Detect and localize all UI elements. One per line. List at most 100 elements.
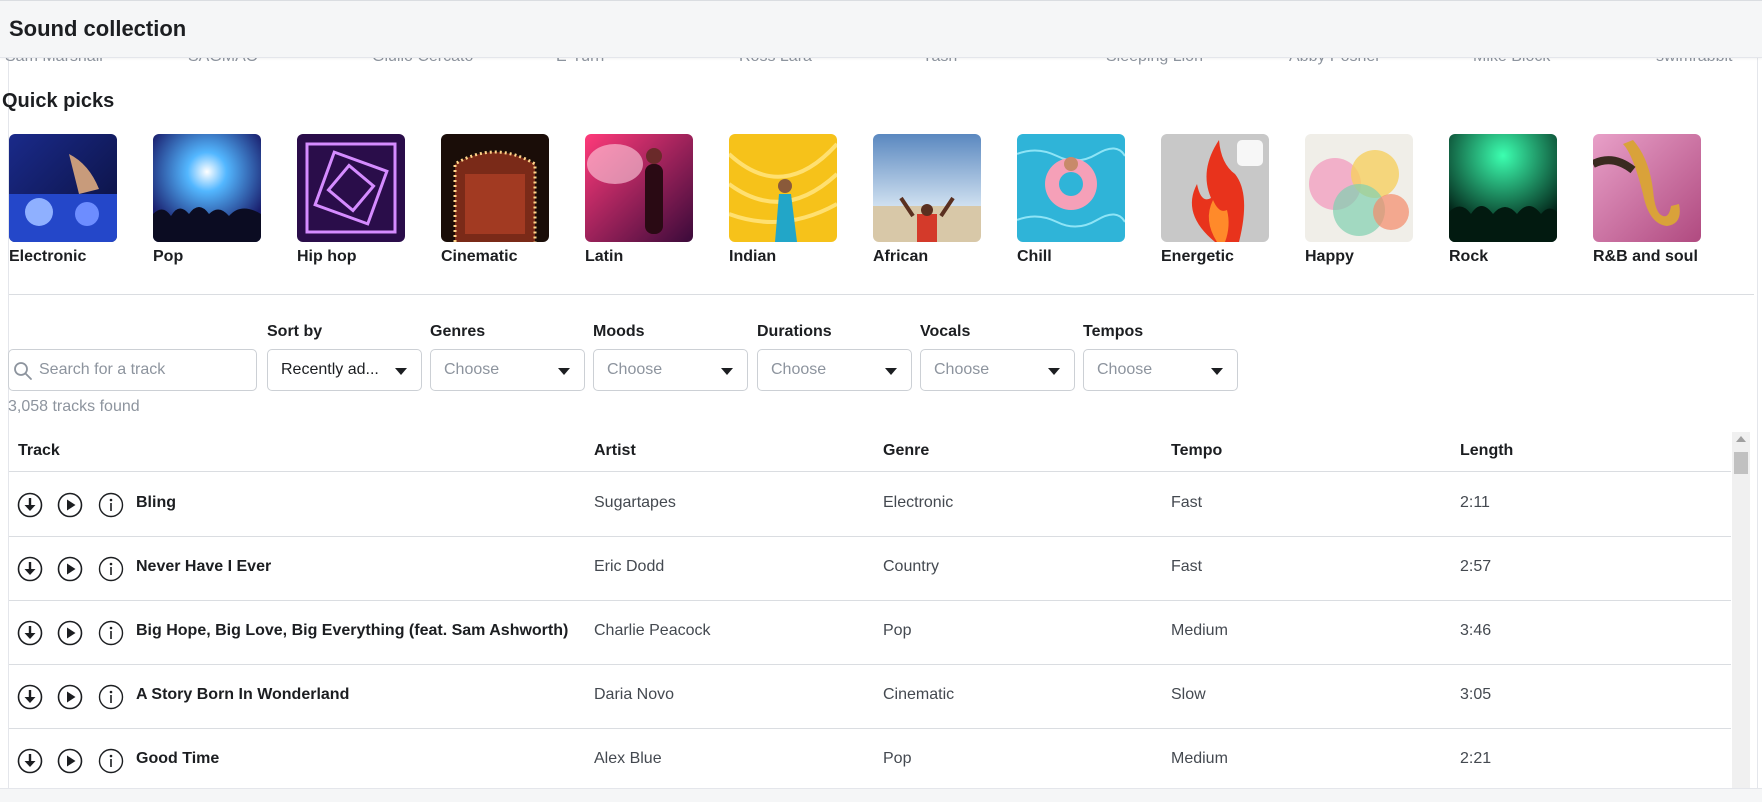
quick-pick-indian[interactable]: Indian (729, 134, 837, 265)
quick-pick-cinematic[interactable]: Cinematic (441, 134, 549, 265)
quick-pick-pop[interactable]: Pop (153, 134, 261, 265)
track-title[interactable]: Good Time (136, 750, 219, 768)
info-icon[interactable] (98, 492, 124, 518)
track-length: 2:11 (1460, 494, 1490, 511)
tempos-select[interactable]: Choose (1083, 349, 1238, 391)
info-icon[interactable] (98, 748, 124, 774)
track-artist: Sugartapes (594, 494, 676, 511)
quick-pick-label: Energetic (1161, 248, 1234, 265)
info-icon[interactable] (98, 620, 124, 646)
search-field[interactable] (8, 349, 257, 391)
track-artist: Eric Dodd (594, 558, 665, 575)
track-length: 3:46 (1460, 622, 1492, 639)
quick-pick-label: Latin (585, 248, 624, 265)
sort-by-value: Recently ad... (281, 361, 379, 378)
moods-label: Moods (593, 323, 645, 340)
caret-down-icon (1048, 368, 1060, 375)
results-count: 3,058 tracks found (8, 398, 140, 415)
caret-down-icon (558, 368, 570, 375)
play-icon[interactable] (57, 556, 83, 582)
download-icon[interactable] (17, 748, 43, 774)
play-icon[interactable] (57, 492, 83, 518)
table-row[interactable]: A Story Born In Wonderland Daria Novo Ci… (9, 665, 1731, 729)
moods-select[interactable]: Choose (593, 349, 748, 391)
quick-pick-label: African (873, 248, 929, 265)
page-title: Sound collection (9, 16, 187, 41)
column-header-track[interactable]: Track (18, 442, 60, 460)
quick-pick-label: Electronic (9, 248, 87, 265)
section-divider (9, 294, 1754, 295)
search-input[interactable] (39, 360, 249, 380)
download-icon[interactable] (17, 684, 43, 710)
genres-label: Genres (430, 323, 486, 340)
quick-pick-energetic[interactable]: Energetic (1153, 125, 1277, 275)
track-title[interactable]: A Story Born In Wonderland (136, 686, 349, 704)
caret-down-icon (721, 368, 733, 375)
track-tempo: Slow (1171, 686, 1206, 703)
bottom-edge (0, 788, 1762, 802)
track-tempo: Medium (1171, 622, 1228, 639)
quick-pick-label: R&B and soul (1593, 248, 1698, 265)
sort-by-select[interactable]: Recently ad... (267, 349, 422, 391)
play-icon[interactable] (57, 620, 83, 646)
column-header-genre[interactable]: Genre (883, 442, 929, 460)
quick-pick-latin[interactable]: Latin (585, 134, 693, 265)
pool-float-image (1017, 134, 1125, 242)
table-row[interactable]: Bling Sugartapes Electronic Fast 2:11 (9, 473, 1731, 537)
quick-pick-label: Pop (153, 248, 184, 265)
genres-select[interactable]: Choose (430, 349, 585, 391)
info-icon[interactable] (98, 684, 124, 710)
column-header-length[interactable]: Length (1460, 442, 1513, 460)
table-row[interactable]: Big Hope, Big Love, Big Everything (feat… (9, 601, 1731, 665)
track-tempo: Medium (1171, 750, 1228, 767)
caret-down-icon (395, 368, 407, 375)
info-icon[interactable] (98, 556, 124, 582)
track-genre: Country (883, 558, 940, 575)
dancer-yellow-image (729, 134, 837, 242)
column-header-tempo[interactable]: Tempo (1171, 442, 1222, 460)
download-icon[interactable] (17, 620, 43, 646)
play-icon[interactable] (57, 684, 83, 710)
genres-value: Choose (444, 361, 500, 378)
quick-pick-label: Chill (1017, 248, 1052, 265)
download-icon[interactable] (17, 556, 43, 582)
quick-pick-african[interactable]: African (873, 134, 981, 265)
table-row[interactable]: Good Time Alex Blue Pop Medium 2:21 (9, 729, 1731, 793)
quick-pick-rnb-soul[interactable]: R&B and soul (1593, 134, 1701, 265)
select-checkbox[interactable] (1237, 140, 1263, 166)
durations-value: Choose (771, 361, 827, 378)
color-powder-image (1305, 134, 1413, 242)
quick-pick-rock[interactable]: Rock (1449, 134, 1557, 265)
column-header-artist[interactable]: Artist (594, 442, 636, 460)
track-title[interactable]: Bling (136, 494, 176, 512)
table-row[interactable]: Never Have I Ever Eric Dodd Country Fast… (9, 537, 1731, 601)
vocals-label: Vocals (920, 323, 971, 340)
track-genre: Cinematic (883, 686, 955, 703)
top-bar: Sound collection (0, 0, 1762, 58)
download-icon[interactable] (17, 492, 43, 518)
vocals-value: Choose (934, 361, 990, 378)
track-title[interactable]: Never Have I Ever (136, 558, 271, 576)
play-icon[interactable] (57, 748, 83, 774)
quick-pick-electronic[interactable]: Electronic (9, 134, 117, 265)
quick-pick-hip-hop[interactable]: Hip hop (297, 134, 405, 265)
green-stage-lights-image (1449, 134, 1557, 242)
track-artist: Alex Blue (594, 750, 662, 767)
quick-pick-happy[interactable]: Happy (1305, 134, 1413, 265)
dj-mixer-image (9, 134, 117, 242)
table-scrollbar[interactable] (1732, 432, 1750, 802)
quick-pick-label: Indian (729, 248, 777, 265)
durations-select[interactable]: Choose (757, 349, 912, 391)
quick-pick-chill[interactable]: Chill (1017, 134, 1125, 265)
scrollbar-thumb[interactable] (1734, 452, 1748, 474)
scroll-up-arrow-icon[interactable] (1736, 436, 1746, 442)
saxophone-image (1593, 134, 1701, 242)
vocals-select[interactable]: Choose (920, 349, 1075, 391)
man-raising-arms-image (873, 134, 981, 242)
quick-picks-title: Quick picks (2, 90, 115, 112)
singer-on-stage-image (585, 134, 693, 242)
track-genre: Pop (883, 750, 912, 767)
durations-label: Durations (757, 323, 832, 340)
track-tempo: Fast (1171, 558, 1203, 575)
track-title[interactable]: Big Hope, Big Love, Big Everything (feat… (136, 622, 568, 640)
